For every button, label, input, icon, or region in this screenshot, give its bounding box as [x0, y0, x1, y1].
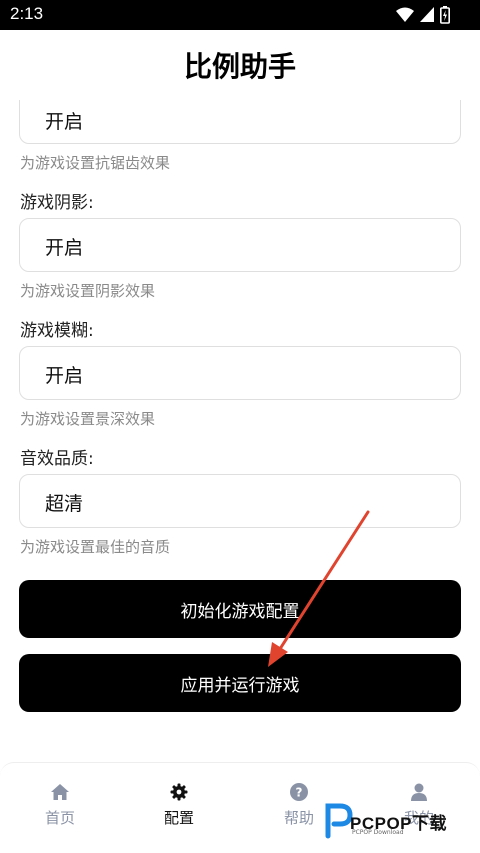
app-header: 比例助手: [0, 30, 480, 100]
shadow-value: 开启: [45, 237, 84, 259]
audio-quality-label: 音效品质:: [20, 449, 94, 469]
svg-text:?: ?: [296, 786, 303, 800]
shadow-select[interactable]: 开启: [19, 218, 461, 272]
audio-quality-value: 超清: [45, 493, 84, 515]
blur-select[interactable]: 开启: [19, 346, 461, 400]
tab-config[interactable]: 配置: [134, 777, 224, 837]
tab-config-label: 配置: [163, 809, 194, 827]
user-icon: [411, 783, 427, 801]
blur-value: 开启: [45, 365, 84, 387]
settings-list[interactable]: 开启 为游戏设置抗锯齿效果 游戏阴影: 开启 为游戏设置阴影效果 游戏模糊: 开…: [0, 0, 480, 853]
pcpop-watermark: PCPOP下载 PCPOP Download: [322, 800, 472, 840]
help-icon: ?: [290, 783, 308, 801]
home-icon: [51, 784, 69, 800]
antialias-value: 开启: [45, 111, 84, 133]
apply-run-button[interactable]: 应用并运行游戏: [19, 654, 461, 712]
shadow-label: 游戏阴影:: [20, 193, 94, 213]
blur-label: 游戏模糊:: [20, 321, 94, 341]
page-title: 比例助手: [183, 50, 296, 83]
init-config-button[interactable]: 初始化游戏配置: [19, 580, 461, 638]
audio-quality-hint: 为游戏设置最佳的音质: [20, 538, 171, 556]
watermark-sub: PCPOP Download: [352, 829, 404, 836]
shadow-hint: 为游戏设置阴影效果: [20, 282, 156, 300]
tab-home-label: 首页: [44, 809, 75, 827]
antialias-hint: 为游戏设置抗锯齿效果: [20, 154, 171, 172]
tab-home[interactable]: 首页: [15, 777, 105, 837]
audio-quality-select[interactable]: 超清: [19, 474, 461, 528]
gear-icon: [170, 783, 188, 801]
blur-hint: 为游戏设置景深效果: [20, 410, 156, 428]
